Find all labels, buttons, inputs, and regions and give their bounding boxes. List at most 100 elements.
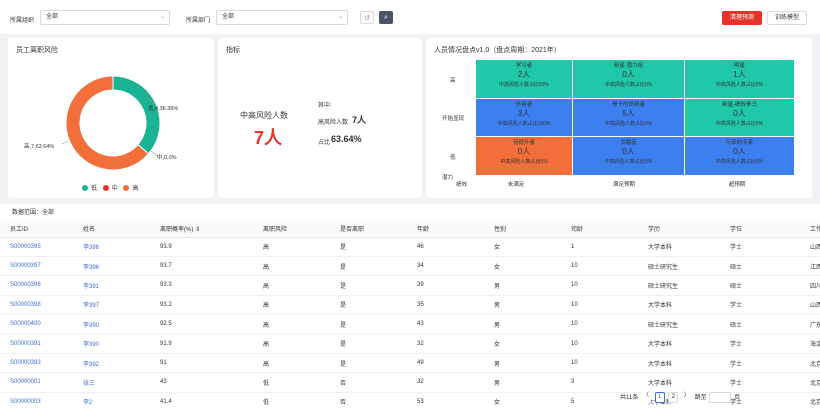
prev-page-button[interactable]: 〈 <box>640 392 651 403</box>
grid-cell-1-1[interactable]: 骨干的员新者 5人 中高风险人数占比0% <box>573 99 684 136</box>
employee-name-link[interactable]: 李2 <box>73 392 150 411</box>
employee-name-link[interactable]: 李397 <box>73 295 150 316</box>
table-cell: 是 <box>330 295 407 316</box>
next-page-button[interactable]: 〉 <box>681 392 692 403</box>
grid-cell-2-1[interactable]: 贡献者 0人 中高风险人数占比0% <box>573 137 684 175</box>
table-cell: 32 <box>407 333 484 354</box>
table-row[interactable]: S00000001张三43低否32男3大学本科学士北京 <box>0 372 820 393</box>
grid-cell-2-2[interactable]: 可靠的专家 0人 中高风险人数占比0% <box>685 137 794 175</box>
table-cell: 学士 <box>720 333 800 354</box>
table-row[interactable]: S00000391李39091.9高是32女10大学本科学士海淀 <box>0 333 820 354</box>
donut-legend: 低 中 高 <box>78 183 138 192</box>
search-icon: ⌕ <box>384 14 388 21</box>
column-header[interactable]: 离职概率(%) ⇕ <box>150 221 253 238</box>
column-header: 离职风险 <box>253 221 330 238</box>
page-2-button[interactable]: 2 <box>668 392 679 403</box>
y-label-high: 高 <box>450 78 456 84</box>
metric-main-label: 中高风险人数 <box>240 111 288 120</box>
table-row[interactable]: S00000400李39092.5高是43男10硕士研究生硕士广东 <box>0 314 820 335</box>
metric-ratio-value: 63.64% <box>331 134 362 144</box>
table-cell: 32 <box>407 372 484 393</box>
metric-sub-label: 高风险人数 <box>318 120 349 126</box>
table-cell: 高 <box>253 237 330 257</box>
employee-id-link[interactable]: S00000397 <box>0 256 73 277</box>
grid-cell-2-0[interactable]: 待提升者 0人 中高风险人数占比0% <box>476 137 572 175</box>
grid-cell-ratio: 中高风险人数占比100% <box>497 120 551 127</box>
table-cell: 91 <box>150 353 253 374</box>
clear-prediction-button[interactable]: 清理预测 <box>722 11 762 25</box>
grid-cell-1-0[interactable]: 外容者 3人 中高风险人数占比100% <box>476 99 572 136</box>
table-row[interactable]: S00000396李39193.3高是39男10硕士研究生硕士四川 <box>0 275 820 296</box>
employee-id-link[interactable]: S00000395 <box>0 237 73 257</box>
page-unit-label: 页 <box>733 395 740 402</box>
table-cell: 10 <box>561 314 638 335</box>
metric-title: 指标 <box>226 47 240 54</box>
table-row[interactable]: S00000393李39291高是49男10大学本科学士北京 <box>0 353 820 374</box>
x-label-unmet: 未满足 <box>507 182 525 188</box>
table-cell: 41.4 <box>150 392 253 411</box>
reset-button[interactable]: ↺ <box>360 11 374 24</box>
grid-cell-1-2[interactable]: 新星-绩效骨马 0人 中高风险人数占比0% <box>685 99 794 136</box>
table-cell: 53 <box>407 392 484 411</box>
table-cell: 46 <box>407 237 484 257</box>
employee-id-link[interactable]: S00000400 <box>0 314 73 335</box>
dept-select[interactable]: 全部 ⌄ <box>216 10 348 25</box>
grid-cell-ratio: 中高风险人数占比0% <box>715 158 764 165</box>
employee-name-link[interactable]: 李390 <box>73 333 150 354</box>
grid-cell-0-1[interactable]: 新星-潜力组 0人 中高风险人数占比0% <box>573 60 684 98</box>
table-cell: 10 <box>561 256 638 277</box>
table-row[interactable]: S00000397李39693.7高是34女10硕士研究生硕士江西 <box>0 256 820 277</box>
table-cell: 是 <box>330 237 407 257</box>
table-cell: 硕士研究生 <box>638 275 720 296</box>
employee-name-link[interactable]: 李392 <box>73 353 150 374</box>
train-model-button[interactable]: 训练模型 <box>767 11 807 25</box>
table-cell: 大学本科 <box>638 353 720 374</box>
table-cell: 39 <box>407 275 484 296</box>
table-header-row: 员工ID 姓名 离职概率(%) ⇕ 离职风险 是否离职 年龄 性别 司龄 学历 学位 工作 <box>0 221 820 238</box>
jump-page-input[interactable] <box>709 392 732 403</box>
table-row[interactable]: S00000395李39693.9高是46女1大学本科学士山西 <box>0 237 820 257</box>
metric-main-value: 7人 <box>254 128 283 148</box>
x-axis-name: 绩效 <box>456 182 468 188</box>
search-button[interactable]: ⌕ <box>379 11 393 24</box>
column-header: 学历 <box>638 221 720 238</box>
table-cell: 大学本科 <box>638 333 720 354</box>
table-cell: 男 <box>484 275 561 296</box>
grid-cell-0-0[interactable]: 学习者 2人 中高风险人数占比50% <box>476 60 572 98</box>
table-cell: 硕士 <box>720 314 800 335</box>
table-cell: 35 <box>407 295 484 316</box>
grid-cell-name: 学习者 <box>515 63 533 69</box>
org-select[interactable]: 全部 ⌄ <box>40 10 170 25</box>
column-header: 学位 <box>720 221 800 238</box>
employee-id-link[interactable]: S00000001 <box>0 372 73 393</box>
table-cell: 江西 <box>800 256 820 277</box>
grid-cell-name: 可靠的专家 <box>725 140 754 146</box>
page-1-button[interactable]: 1 <box>654 392 665 403</box>
employee-name-link[interactable]: 张三 <box>73 372 150 393</box>
grid-cell-0-2[interactable]: 明星 1人 中高风险人数占比0% <box>685 60 794 98</box>
employee-id-link[interactable]: S00000003 <box>0 392 73 411</box>
employee-id-link[interactable]: S00000393 <box>0 353 73 374</box>
legend-label-mid: 中 <box>111 186 118 192</box>
table-cell: 男 <box>484 314 561 335</box>
donut-slice-low[interactable] <box>112 75 161 155</box>
table-cell: 49 <box>407 353 484 374</box>
table-cell: 3 <box>561 372 638 393</box>
employee-id-link[interactable]: S00000396 <box>0 275 73 296</box>
table-cell: 女 <box>484 237 561 257</box>
employee-id-link[interactable]: S00000398 <box>0 295 73 316</box>
table-row[interactable]: S00000398李39793.2高是35男10大学本科学士山西 <box>0 295 820 316</box>
grid-cell-name: 待提升者 <box>512 140 535 146</box>
table-cell: 大学本科 <box>638 295 720 316</box>
grid-cell-count: 0人 <box>622 69 635 79</box>
table-cell: 学士 <box>720 237 800 257</box>
employee-name-link[interactable]: 李391 <box>73 275 150 296</box>
employee-name-link[interactable]: 李396 <box>73 256 150 277</box>
employee-id-link[interactable]: S00000391 <box>0 333 73 354</box>
employee-name-link[interactable]: 李390 <box>73 314 150 335</box>
dept-select-value: 全部 <box>222 14 235 20</box>
grid-cell-name: 贡献者 <box>620 140 637 146</box>
employee-name-link[interactable]: 李396 <box>73 237 150 257</box>
leader-line-2 <box>61 140 69 145</box>
table-cell: 女 <box>484 256 561 277</box>
